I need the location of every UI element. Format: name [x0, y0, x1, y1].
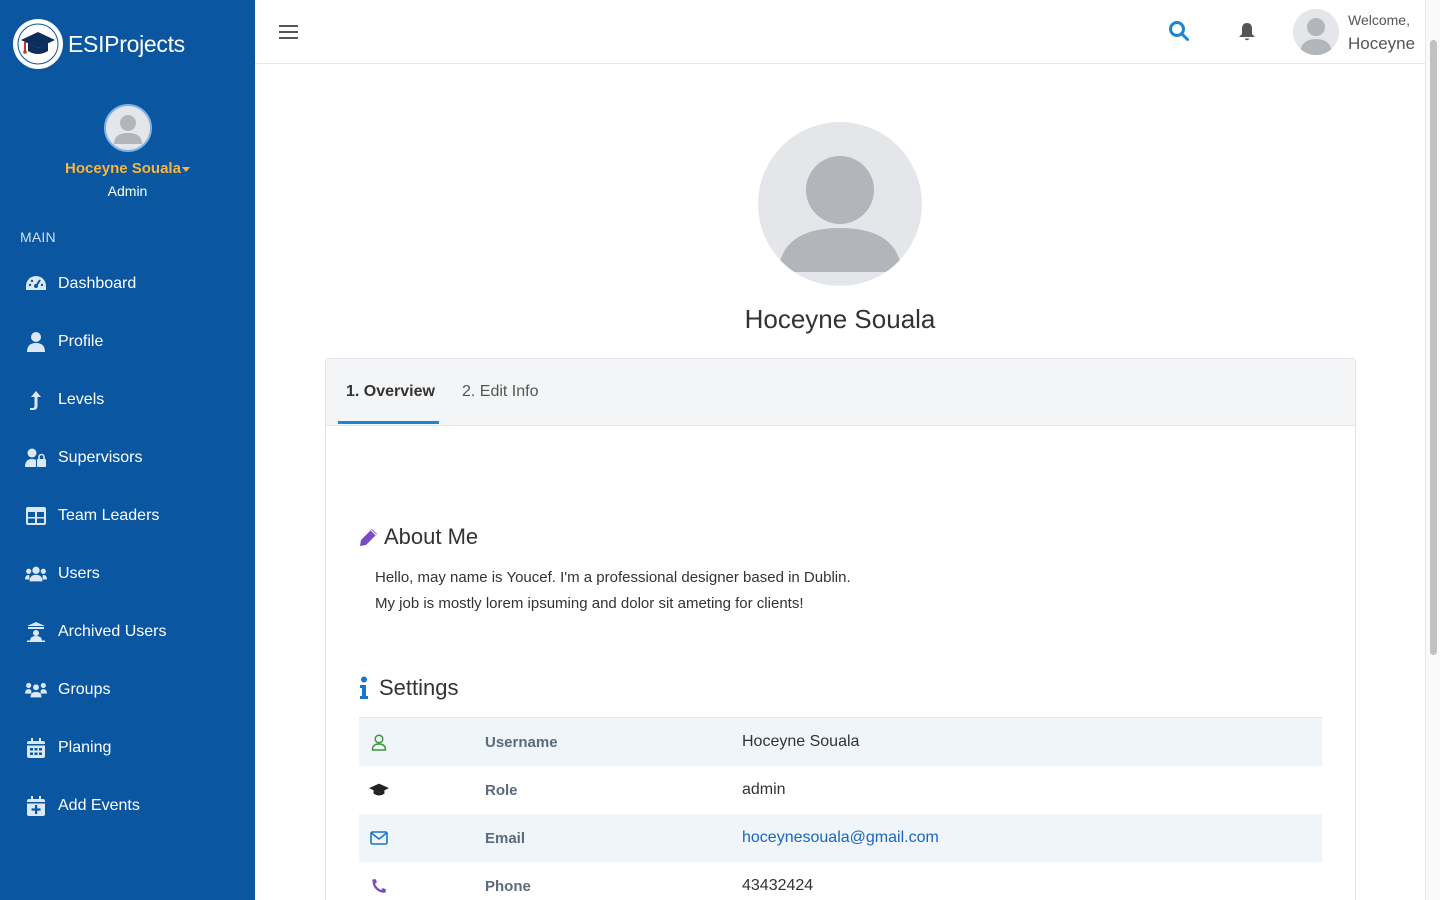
sidebar-item-levels[interactable]: Levels	[0, 371, 255, 429]
sidebar-section-label: MAIN	[20, 229, 56, 245]
settings-row-username: Username Hoceyne Souala	[359, 718, 1322, 766]
sidebar-item-label: Archived Users	[58, 623, 167, 640]
menu-toggle-icon[interactable]	[278, 22, 300, 42]
sidebar-item-label: Groups	[58, 681, 111, 698]
settings-key: Role	[485, 781, 518, 799]
sidebar-item-label: Levels	[58, 391, 105, 408]
sidebar-avatar[interactable]	[104, 104, 152, 152]
settings-value: admin	[742, 781, 786, 798]
dashboard-icon	[25, 273, 47, 295]
about-me-line-1: Hello, may name is Youcef. I'm a profess…	[375, 569, 851, 586]
sidebar-item-users[interactable]: Users	[0, 545, 255, 603]
search-icon[interactable]	[1168, 20, 1190, 47]
brand[interactable]: ESIProjects	[13, 19, 185, 69]
scrollbar-thumb[interactable]	[1430, 40, 1437, 655]
settings-table: Username Hoceyne Souala Role admin Email…	[359, 717, 1322, 900]
level-up-icon	[25, 389, 47, 411]
brand-name: ESIProjects	[68, 30, 185, 57]
sidebar-item-groups[interactable]: Groups	[0, 661, 255, 719]
sidebar-item-label: Team Leaders	[58, 507, 160, 524]
topbar: Welcome, Hoceyne	[255, 0, 1425, 64]
settings-row-role: Role admin	[359, 766, 1322, 814]
email-link[interactable]: hoceynesouala@gmail.com	[742, 829, 939, 847]
settings-value: Hoceyne Souala	[742, 733, 860, 750]
caret-down-icon	[181, 166, 190, 172]
about-me-line-2: My job is mostly lorem ipsuming and dolo…	[375, 595, 804, 612]
tab-overview[interactable]: 1. Overview	[346, 383, 435, 401]
sidebar-user-role: Admin	[107, 183, 148, 199]
settings-key: Email	[485, 829, 526, 847]
sidebar-item-team-leaders[interactable]: Team Leaders	[0, 487, 255, 545]
archive-user-icon	[25, 621, 47, 643]
phone-icon	[369, 878, 389, 894]
sidebar-item-dashboard[interactable]: Dashboard	[0, 255, 255, 313]
sidebar: ESIProjects Hoceyne Souala Admin MAIN Da…	[0, 0, 255, 900]
profile-name: Hoceyne Souala	[744, 304, 936, 334]
sidebar-item-label: Add Events	[58, 797, 140, 814]
profile-tabs: 1. Overview 2. Edit Info	[326, 359, 1355, 426]
about-me-title: About Me	[384, 524, 479, 549]
settings-title: Settings	[379, 675, 459, 700]
user-icon	[25, 331, 47, 353]
graduation-cap-icon	[369, 783, 389, 797]
topbar-avatar[interactable]	[1293, 9, 1339, 55]
graduation-cap-logo-icon	[13, 19, 63, 69]
calendar-icon	[25, 737, 47, 759]
sidebar-user-name[interactable]: Hoceyne Souala	[0, 160, 255, 177]
settings-row-email: Email hoceynesouala@gmail.com	[359, 814, 1322, 862]
sidebar-item-archived-users[interactable]: Archived Users	[0, 603, 255, 661]
profile-avatar	[758, 122, 922, 286]
profile-card: 1. Overview 2. Edit Info About Me Hello,…	[325, 358, 1356, 900]
sidebar-item-label: Profile	[58, 333, 104, 350]
about-me-heading: About Me	[359, 524, 478, 550]
sidebar-item-supervisors[interactable]: Supervisors	[0, 429, 255, 487]
sidebar-item-label: Dashboard	[58, 275, 137, 292]
info-icon	[359, 676, 369, 700]
active-tab-indicator	[338, 421, 439, 424]
sidebar-item-profile[interactable]: Profile	[0, 313, 255, 371]
sidebar-item-label: Planing	[58, 739, 112, 756]
tab-edit-info[interactable]: 2. Edit Info	[462, 383, 539, 401]
calendar-plus-icon	[25, 795, 47, 817]
sidebar-nav: Dashboard Profile Levels Supervisors Tea…	[0, 255, 255, 835]
page-scrollbar[interactable]	[1425, 0, 1440, 900]
user-outline-icon	[369, 733, 389, 751]
pencil-icon	[359, 527, 379, 547]
bell-icon[interactable]	[1237, 21, 1257, 48]
welcome-text: Welcome,	[1348, 12, 1410, 28]
groups-icon	[25, 679, 47, 701]
settings-value: 43432424	[742, 877, 814, 894]
main-content: Hoceyne Souala 1. Overview 2. Edit Info …	[255, 64, 1425, 900]
sidebar-item-planing[interactable]: Planing	[0, 719, 255, 777]
settings-key: Phone	[485, 877, 531, 895]
sidebar-item-label: Supervisors	[58, 449, 143, 466]
settings-heading: Settings	[359, 675, 459, 701]
envelope-icon	[369, 831, 389, 845]
table-icon	[25, 505, 47, 527]
sidebar-item-label: Users	[58, 565, 100, 582]
user-lock-icon	[25, 447, 47, 469]
sidebar-user-name-label: Hoceyne Souala	[65, 160, 181, 177]
sidebar-item-add-events[interactable]: Add Events	[0, 777, 255, 835]
settings-row-phone: Phone 43432424	[359, 862, 1322, 900]
settings-key: Username	[485, 733, 558, 751]
welcome-name[interactable]: Hoceyne	[1348, 34, 1415, 54]
users-icon	[25, 563, 47, 585]
